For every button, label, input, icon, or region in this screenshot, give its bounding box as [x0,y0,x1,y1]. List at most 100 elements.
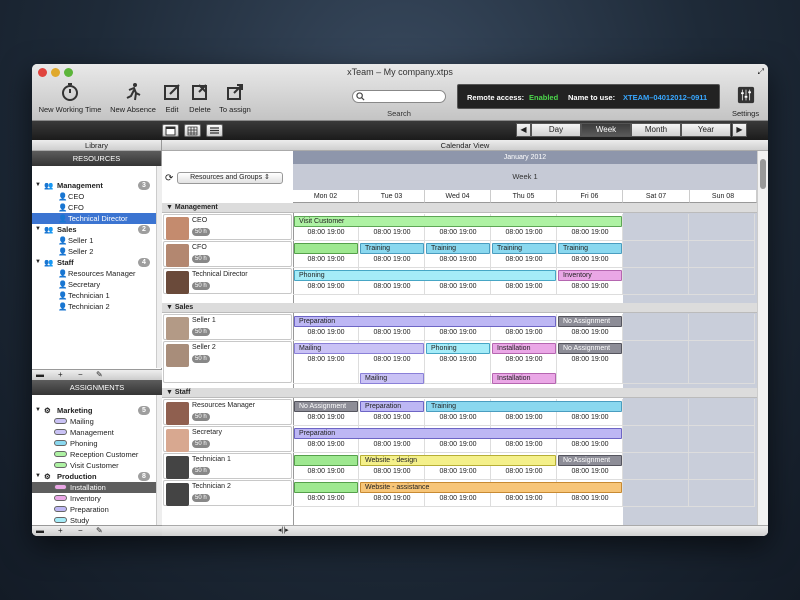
resource-row-s1[interactable]: Seller 1 50 h [163,314,292,340]
day-cell[interactable] [623,453,689,480]
next-period-button[interactable]: ▶ [732,123,747,137]
day-cell[interactable] [689,426,755,453]
event-block[interactable]: Training [558,243,622,254]
resource-item-technician-1[interactable]: 👤 Technician 1 [32,290,156,301]
event-block[interactable] [294,482,358,493]
group-staff[interactable]: ▼ 👥 Staff 4 [32,257,156,268]
event-block[interactable]: Visit Customer [294,216,622,227]
day-cell[interactable] [689,314,755,341]
add-assignment-button[interactable]: + [58,526,63,536]
remove-assignment-button[interactable]: − [78,526,83,536]
assignment-item-visit-customer[interactable]: Visit Customer [32,460,156,471]
event-block[interactable]: Mailing [360,373,424,384]
assignment-item-phoning[interactable]: Phoning [32,438,156,449]
group-marketing[interactable]: ▼ ⚙ Marketing 5 [32,405,156,416]
event-block[interactable] [294,455,358,466]
assignment-item-reception-customer[interactable]: Reception Customer [32,449,156,460]
day-cell[interactable] [689,399,755,426]
event-block[interactable]: Phoning [426,343,490,354]
event-block[interactable]: Training [426,243,490,254]
event-block[interactable]: Website - design [360,455,556,466]
event-block[interactable]: Preparation [294,316,556,327]
day-cell[interactable] [623,314,689,341]
month-tab[interactable]: Month [631,123,681,137]
resource-row-cfo[interactable]: CFO 50 h [163,241,292,267]
event-block[interactable]: Phoning [294,270,556,281]
refresh-icon[interactable]: ⟳ [165,173,173,184]
fullscreen-icon[interactable]: ⤢ [758,67,764,77]
event-block[interactable]: Mailing [294,343,424,354]
folder-icon[interactable]: ▬ [36,526,44,536]
resource-item-resources-manager[interactable]: 👤 Resources Manager [32,268,156,279]
event-block[interactable]: Training [492,243,556,254]
day-cell[interactable] [623,214,689,241]
edit-button[interactable]: Edit [160,82,184,114]
resource-item-technician-2[interactable]: 👤 Technician 2 [32,301,156,312]
settings-button[interactable]: Settings [732,86,759,118]
previous-period-button[interactable]: ◀ [516,123,531,137]
assignment-item-inventory[interactable]: Inventory [32,493,156,504]
event-block[interactable]: No Assignment [294,401,358,412]
resource-row-td[interactable]: Technical Director 50 h [163,268,292,294]
day-cell[interactable] [689,480,755,507]
day-cell[interactable] [689,341,755,384]
edit-resource-icon[interactable]: ✎ [96,370,103,380]
calendar-scrollbar[interactable] [757,151,768,525]
add-resource-button[interactable]: + [58,370,63,380]
resource-item-technical-director[interactable]: 👤 Technical Director [32,213,156,224]
delete-button[interactable]: Delete [186,82,214,114]
group-management[interactable]: ▼ 👥 Management 3 [32,180,156,191]
event-block[interactable]: Inventory [558,270,622,281]
event-block[interactable] [294,243,358,254]
group-sales[interactable]: ▼ 👥 Sales 2 [32,224,156,235]
week-tab[interactable]: Week [581,123,631,137]
event-block[interactable]: Installation [492,373,556,384]
grid-view-button[interactable] [184,124,201,137]
event-block[interactable]: Training [360,243,424,254]
assignment-item-mailing[interactable]: Mailing [32,416,156,427]
resource-row-t2[interactable]: Technician 2 50 h [163,480,292,506]
event-block[interactable]: Preparation [360,401,424,412]
day-cell[interactable] [689,268,755,295]
resource-row-sec[interactable]: Secretary 50 h [163,426,292,452]
day-cell[interactable] [623,399,689,426]
event-block[interactable]: No Assignment [558,316,622,327]
event-block[interactable]: No Assignment [558,455,622,466]
event-block[interactable]: No Assignment [558,343,622,354]
event-block[interactable]: Installation [492,343,556,354]
event-block[interactable]: Website - assistance [360,482,622,493]
year-tab[interactable]: Year [681,123,731,137]
resource-item-secretary[interactable]: 👤 Secretary [32,279,156,290]
calendar-view-button[interactable] [162,124,179,137]
day-cell[interactable] [623,241,689,268]
to-assign-button[interactable]: To assign [217,82,253,114]
folder-icon[interactable]: ▬ [36,370,44,380]
event-block[interactable]: Training [426,401,622,412]
assignment-item-installation[interactable]: Installation [32,482,156,493]
event-block[interactable]: Preparation [294,428,622,439]
new-working-time-button[interactable]: New Working Time [38,82,102,114]
group-production[interactable]: ▼ ⚙ Production 8 [32,471,156,482]
resource-item-ceo[interactable]: 👤 CEO [32,191,156,202]
list-view-button[interactable] [206,124,223,137]
resource-row-ceo[interactable]: CEO 50 h [163,214,292,240]
day-cell[interactable] [623,268,689,295]
resize-handle-icon[interactable]: ◂||▸ [278,526,289,534]
resource-row-s2[interactable]: Seller 2 50 h [163,341,292,383]
group-row-staff[interactable]: ▼ Staff [162,388,757,398]
new-absence-button[interactable]: New Absence [108,82,158,114]
resource-item-seller-2[interactable]: 👤 Seller 2 [32,246,156,257]
assignment-item-preparation[interactable]: Preparation [32,504,156,515]
day-cell[interactable] [623,480,689,507]
assignment-item-management[interactable]: Management [32,427,156,438]
group-row-sales[interactable]: ▼ Sales [162,303,757,313]
day-cell[interactable] [689,241,755,268]
day-tab[interactable]: Day [531,123,581,137]
resource-item-cfo[interactable]: 👤 CFO [32,202,156,213]
day-cell[interactable] [689,214,755,241]
day-cell[interactable] [623,426,689,453]
search-input[interactable] [352,90,446,103]
resource-item-seller-1[interactable]: 👤 Seller 1 [32,235,156,246]
remove-resource-button[interactable]: − [78,370,83,380]
day-cell[interactable] [623,341,689,384]
